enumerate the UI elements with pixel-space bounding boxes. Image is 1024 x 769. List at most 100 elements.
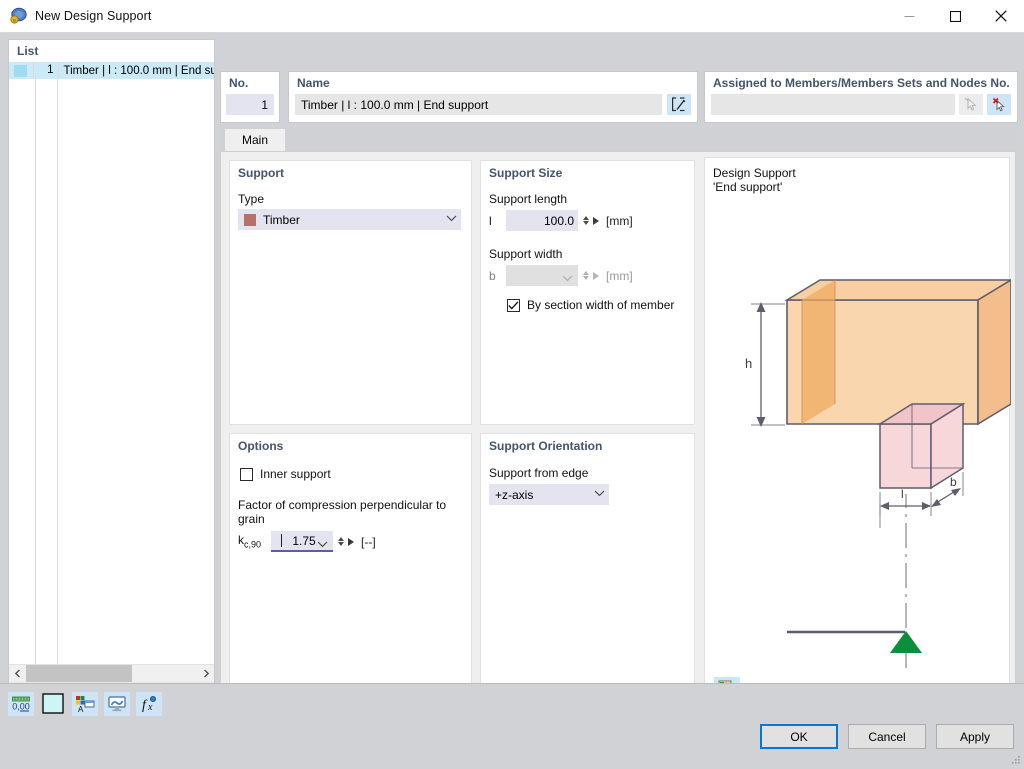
list-column-divider-1 <box>35 79 36 664</box>
tab-strip: Main <box>220 129 1016 151</box>
name-panel: Name Timber | l : 100.0 mm | End support <box>288 71 698 123</box>
units-0-00-icon[interactable]: 0,00 <box>8 692 34 716</box>
list-item-description: Timber | l : 100.0 mm | End supp <box>63 64 214 77</box>
list-header: List <box>17 44 39 58</box>
dim-h-label: h <box>745 356 752 371</box>
footer-toolbar: 0,00 A f x <box>8 692 162 716</box>
options-group-title: Options <box>238 439 284 453</box>
pick-cursor-icon <box>959 94 983 115</box>
name-input[interactable]: Timber | l : 100.0 mm | End support <box>295 94 662 115</box>
options-group: Options Inner support Factor of compress… <box>229 433 472 705</box>
factor-symbol: kc,90 <box>238 533 262 550</box>
factor-label: Factor of compression perpendicular to g… <box>238 498 447 526</box>
monitor-icon[interactable] <box>104 692 130 716</box>
close-button[interactable] <box>978 0 1024 32</box>
chevron-down-icon[interactable] <box>446 215 457 224</box>
support-width-stepper <box>581 271 590 280</box>
scrollbar-track[interactable] <box>26 665 197 682</box>
support-from-edge-label: Support from edge <box>489 466 589 480</box>
support-width-chevron-down-icon <box>562 271 573 285</box>
edge-chevron-down-icon[interactable] <box>594 490 605 499</box>
support-orientation-group-title: Support Orientation <box>489 439 603 453</box>
support-group: Support Type Timber <box>229 160 472 425</box>
inner-support-checkbox[interactable] <box>240 467 253 481</box>
tab-main-label: Main <box>241 133 268 147</box>
apply-button[interactable]: Apply <box>936 724 1014 749</box>
support-length-input[interactable]: 100.0 <box>506 210 578 231</box>
support-length-symbol: l <box>489 213 492 228</box>
color-swatch-icon[interactable] <box>40 692 66 716</box>
list-body[interactable]: 1 Timber | l : 100.0 mm | End supp <box>9 62 214 664</box>
factor-more-icon[interactable] <box>348 537 354 546</box>
factor-unit: [--] <box>361 534 376 549</box>
factor-input[interactable]: 1.75 <box>271 531 333 552</box>
edge-value-wrap: +z-axis <box>495 488 594 502</box>
name-header: Name <box>297 76 330 90</box>
support-type-value: Timber <box>263 212 300 227</box>
resize-grip-icon[interactable] <box>1009 754 1021 766</box>
support-type-label: Type <box>238 192 265 206</box>
dialog-button-bar: OK Cancel Apply <box>760 724 1014 749</box>
edit-pencil-icon[interactable] <box>667 94 691 115</box>
number-panel: No. 1 <box>220 71 280 123</box>
factor-stepper[interactable] <box>336 537 345 546</box>
scroll-right-icon[interactable] <box>197 665 214 682</box>
list-column-divider-2 <box>57 79 58 664</box>
support-type-select[interactable]: Timber <box>238 209 461 230</box>
maximize-button[interactable] <box>932 0 978 32</box>
support-orientation-group: Support Orientation Support from edge +z… <box>480 433 695 705</box>
number-input[interactable]: 1 <box>226 94 274 115</box>
dim-b-label: b <box>950 475 957 489</box>
support-from-edge-select[interactable]: +z-axis <box>489 484 609 505</box>
dim-l-label: l <box>901 487 904 501</box>
factor-chevron-down-icon[interactable] <box>317 537 328 551</box>
ok-button[interactable]: OK <box>760 724 838 749</box>
svg-text:x: x <box>147 702 153 713</box>
list-item[interactable]: 1 Timber | l : 100.0 mm | End supp <box>9 62 214 79</box>
graphic-panel: Design Support 'End support' h l b <box>704 157 1011 709</box>
display-properties-icon[interactable]: A <box>72 692 98 716</box>
function-icon[interactable]: f x <box>136 692 162 716</box>
color-swatch-icon <box>14 64 28 77</box>
support-width-symbol: b <box>489 268 496 283</box>
number-header: No. <box>229 76 249 90</box>
cancel-button[interactable]: Cancel <box>848 724 926 749</box>
support-width-input <box>506 265 578 286</box>
svg-text:0,00: 0,00 <box>12 702 30 712</box>
inner-support-row[interactable]: Inner support <box>240 467 471 481</box>
minimize-button[interactable] <box>886 0 932 32</box>
list-item-swatch-cell <box>9 62 34 79</box>
support-width-more-icon <box>593 271 599 280</box>
support-length-stepper[interactable] <box>581 216 590 225</box>
support-width-unit: [mm] <box>606 268 633 283</box>
scrollbar-thumb[interactable] <box>26 665 133 682</box>
dialog-footer: 0,00 A f x OK Cancel Apply <box>0 683 1024 768</box>
support-diagram: h l b <box>745 279 1011 668</box>
assigned-input[interactable] <box>711 94 955 115</box>
window-title: New Design Support <box>35 9 152 23</box>
dialog-window: e New Design Support List 1 Timber | l:… <box>0 0 1024 768</box>
support-length-unit: [mm] <box>606 213 633 228</box>
by-section-width-checkbox[interactable] <box>507 298 520 312</box>
pick-cursor-red-icon[interactable] <box>987 94 1011 115</box>
support-from-edge-value: +z-axis <box>495 487 534 502</box>
by-section-width-label: By section width of member <box>527 298 675 312</box>
type-color-swatch-icon <box>244 213 256 226</box>
svg-text:e: e <box>13 18 16 24</box>
support-size-group-title: Support Size <box>489 166 563 180</box>
dialog-body: List 1 Timber | l : 100.0 mm | End supp <box>0 33 1024 737</box>
support-length-more-icon[interactable] <box>593 216 599 225</box>
list-horizontal-scrollbar[interactable] <box>9 664 214 682</box>
by-section-width-row[interactable]: By section width of member <box>507 298 694 312</box>
support-width-label: Support width <box>489 247 563 261</box>
text-caret <box>281 534 282 547</box>
design-support-icon: e <box>8 6 28 26</box>
support-type-value-wrap: Timber <box>244 213 446 227</box>
support-length-label: Support length <box>489 192 568 206</box>
support-group-title: Support <box>238 166 284 180</box>
tab-main[interactable]: Main <box>225 129 285 151</box>
title-bar: e New Design Support <box>0 0 1024 33</box>
assigned-panel: Assigned to Members/Members Sets and Nod… <box>704 71 1018 123</box>
scroll-left-icon[interactable] <box>9 665 26 682</box>
support-size-group: Support Size Support length l 100.0 [mm]… <box>480 160 695 425</box>
